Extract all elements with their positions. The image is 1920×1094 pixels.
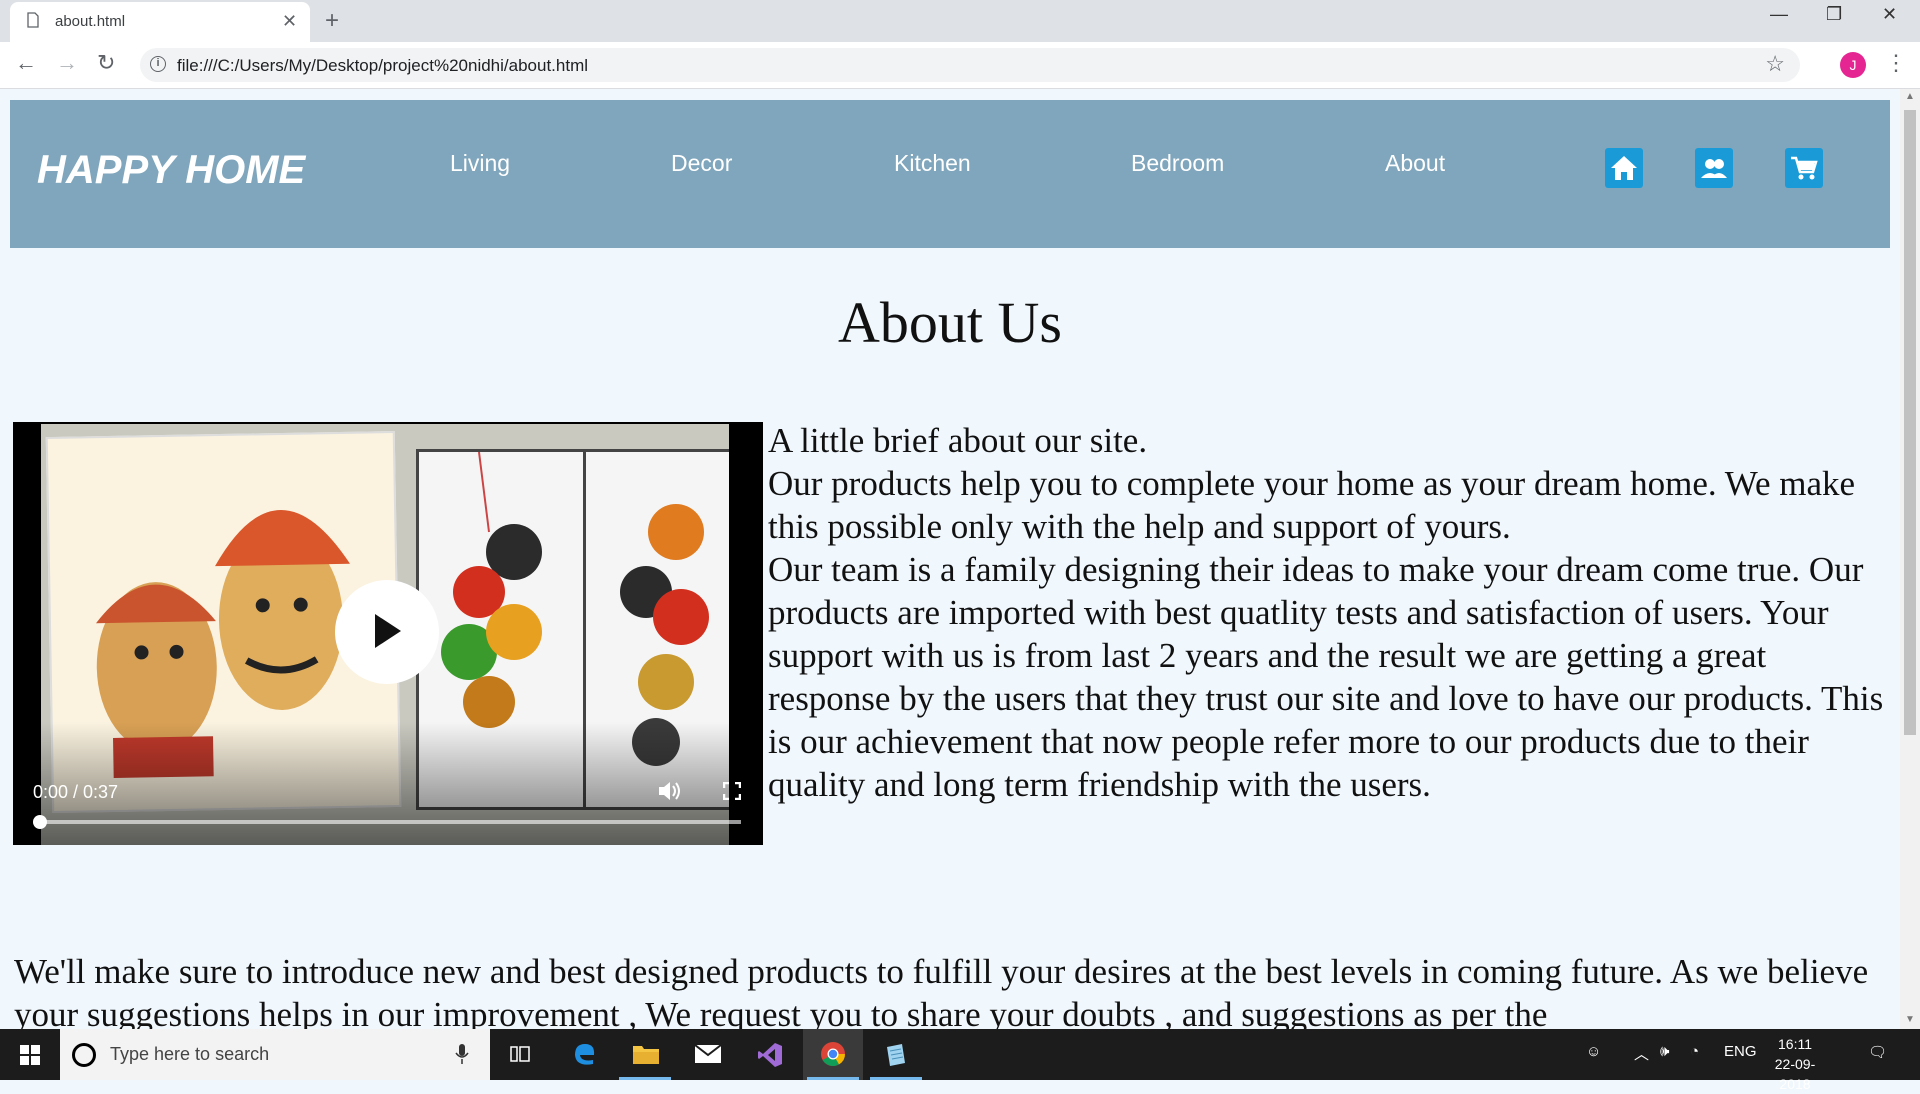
new-tab-button[interactable]: + bbox=[325, 7, 339, 35]
home-icon[interactable] bbox=[1605, 148, 1643, 188]
chrome-icon[interactable] bbox=[803, 1029, 863, 1080]
reload-icon[interactable]: ↻ bbox=[97, 50, 115, 76]
minimize-icon[interactable]: — bbox=[1770, 4, 1788, 25]
clock-time: 16:11 bbox=[1778, 1036, 1812, 1052]
page-viewport: HAPPY HOME Living Decor Kitchen Bedroom … bbox=[0, 89, 1900, 1029]
url-text[interactable]: file:///C:/Users/My/Desktop/project%20ni… bbox=[177, 56, 588, 76]
microphone-icon[interactable] bbox=[455, 1043, 469, 1065]
browser-tabstrip: about.html ✕ + — ❐ ✕ bbox=[0, 0, 1920, 42]
task-view-icon[interactable] bbox=[490, 1029, 550, 1080]
document-icon bbox=[27, 12, 39, 28]
scroll-down-icon[interactable]: ▼ bbox=[1905, 1014, 1915, 1025]
video-progress-track[interactable] bbox=[39, 820, 741, 824]
scroll-up-icon[interactable]: ▲ bbox=[1905, 91, 1915, 102]
forward-icon[interactable]: → bbox=[56, 50, 78, 76]
nav-about[interactable]: About bbox=[1385, 150, 1445, 177]
file-explorer-icon[interactable] bbox=[615, 1029, 675, 1080]
start-button[interactable] bbox=[0, 1029, 60, 1080]
fullscreen-icon[interactable] bbox=[722, 781, 742, 805]
edge-browser-icon[interactable] bbox=[553, 1029, 613, 1080]
about-paragraph-1: A little brief about our site. bbox=[768, 421, 1148, 460]
page-title: About Us bbox=[838, 290, 1062, 355]
action-center-icon[interactable]: 🗨 bbox=[1868, 1043, 1887, 1061]
tab-title: about.html bbox=[55, 13, 126, 30]
people-icon[interactable]: ☺ bbox=[1586, 1043, 1601, 1060]
language-indicator[interactable]: ENG bbox=[1724, 1043, 1757, 1060]
windows-taskbar: Type here to search ☺ ︿ 🕪 ◔ ENG 16:11 22… bbox=[0, 1029, 1920, 1092]
search-placeholder: Type here to search bbox=[110, 1044, 270, 1064]
about-paragraph-3: Our team is a family designing their ide… bbox=[768, 550, 1884, 804]
nav-bedroom[interactable]: Bedroom bbox=[1131, 150, 1224, 177]
mail-icon[interactable] bbox=[678, 1029, 738, 1080]
taskbar-clock[interactable]: 16:11 22-09-2018 bbox=[1760, 1034, 1830, 1094]
taskbar-search-box[interactable]: Type here to search bbox=[60, 1029, 490, 1080]
back-icon[interactable]: ← bbox=[15, 50, 37, 76]
info-icon[interactable]: i bbox=[150, 56, 166, 72]
bookmark-star-icon[interactable]: ☆ bbox=[1765, 51, 1785, 77]
bottom-paragraph: We'll make sure to introduce new and bes… bbox=[14, 952, 1869, 1029]
volume-tray-icon[interactable]: 🕪 bbox=[1660, 1043, 1669, 1060]
page-scrollbar[interactable]: ▲ ▼ bbox=[1900, 89, 1920, 1029]
video-progress-knob[interactable] bbox=[33, 815, 47, 829]
notepad-icon[interactable] bbox=[866, 1029, 926, 1080]
video-time: 0:00 / 0:37 bbox=[33, 782, 119, 802]
about-text: A little brief about our site. Our produ… bbox=[768, 419, 1888, 806]
site-header: HAPPY HOME Living Decor Kitchen Bedroom … bbox=[10, 100, 1890, 248]
about-paragraph-2: Our products help you to complete your h… bbox=[768, 464, 1856, 546]
close-tab-icon[interactable]: ✕ bbox=[282, 12, 297, 30]
clock-date: 22-09-2018 bbox=[1774, 1056, 1816, 1092]
close-window-icon[interactable]: ✕ bbox=[1882, 4, 1897, 25]
scrollbar-thumb[interactable] bbox=[1904, 110, 1916, 735]
visual-studio-icon[interactable] bbox=[740, 1029, 800, 1080]
site-logo[interactable]: HAPPY HOME bbox=[37, 148, 305, 193]
play-button[interactable] bbox=[335, 580, 439, 684]
cortana-icon bbox=[72, 1043, 96, 1067]
users-icon[interactable] bbox=[1695, 148, 1733, 188]
wifi-icon[interactable]: ◔ bbox=[1690, 1043, 1699, 1060]
video-player[interactable]: 0:00 / 0:37 bbox=[13, 422, 763, 845]
volume-icon[interactable] bbox=[658, 780, 682, 807]
browser-toolbar: ← → ↻ i file:///C:/Users/My/Desktop/proj… bbox=[0, 42, 1920, 89]
browser-menu-icon[interactable]: ⋮ bbox=[1885, 50, 1907, 76]
nav-decor[interactable]: Decor bbox=[671, 150, 732, 177]
browser-tab[interactable]: about.html ✕ bbox=[10, 2, 310, 42]
windows-logo-icon bbox=[20, 1045, 40, 1065]
show-hidden-icons-chevron[interactable]: ︿ bbox=[1634, 1043, 1649, 1064]
profile-avatar[interactable]: J bbox=[1840, 52, 1866, 78]
nav-living[interactable]: Living bbox=[450, 150, 510, 177]
cart-icon[interactable] bbox=[1785, 148, 1823, 188]
address-bar[interactable]: i file:///C:/Users/My/Desktop/project%20… bbox=[140, 48, 1800, 82]
nav-kitchen[interactable]: Kitchen bbox=[894, 150, 971, 177]
restore-icon[interactable]: ❐ bbox=[1826, 4, 1842, 25]
video-controls-shade bbox=[13, 722, 763, 845]
